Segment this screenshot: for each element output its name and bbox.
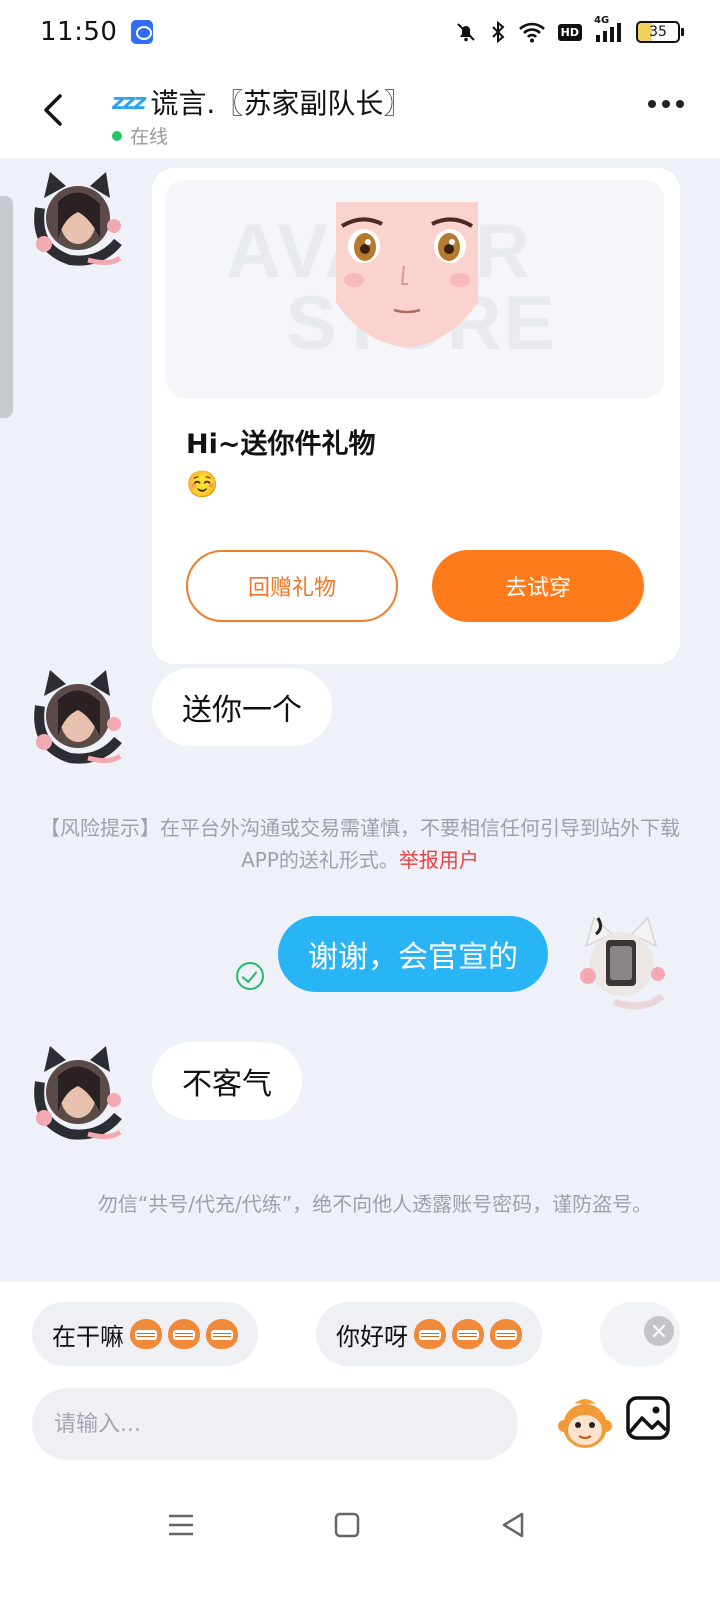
grin-emoji-icon — [130, 1319, 162, 1349]
gift-card[interactable]: AVATAR STORE Hi~送你件礼物 ☺️ 回赠礼物 去试穿 — [152, 168, 680, 664]
message-bubble-incoming[interactable]: 不客气 — [152, 1042, 302, 1120]
gift-title: Hi~送你件礼物 — [186, 429, 376, 460]
online-status: 在线 — [112, 122, 168, 149]
cat-frame-avatar-icon — [34, 670, 122, 764]
online-dot-icon — [112, 130, 122, 141]
quick-reply-chip[interactable]: 在干嘛 — [32, 1302, 258, 1366]
quick-reply-chip[interactable]: 你好呀 — [316, 1302, 542, 1366]
battery-indicator: 35 — [636, 21, 684, 43]
more-dots-icon — [648, 100, 656, 108]
grin-emoji-icon — [168, 1319, 200, 1349]
bottom-input-panel: 在干嘛 你好呀 — [0, 1282, 720, 1612]
image-button[interactable] — [624, 1394, 672, 1442]
sent-check-icon — [236, 962, 264, 990]
message-bubble-incoming[interactable]: 送你一个 — [152, 668, 332, 746]
title-row[interactable]: zzz 谎言.〖苏家副队长〗 — [112, 82, 411, 122]
triangle-back-icon — [502, 1512, 524, 1538]
message-input[interactable] — [32, 1388, 518, 1460]
chevron-left-icon — [44, 94, 62, 126]
hd-badge: HD — [557, 23, 582, 41]
grin-emoji-icon — [414, 1319, 446, 1349]
account-safety-notice: 勿信“共号/代充/代练”，绝不向他人透露账号密码，谨防盗号。 — [97, 1192, 653, 1216]
quick-reply-label: 你好呀 — [336, 1322, 408, 1351]
grin-emoji-icon — [452, 1319, 484, 1349]
message-bubble-outgoing[interactable]: 谢谢，会官宣的 — [278, 916, 548, 992]
image-icon — [626, 1396, 670, 1440]
mute-bell-icon — [454, 19, 478, 45]
online-status-label: 在线 — [130, 126, 169, 148]
wifi-icon — [518, 19, 546, 45]
emoji-button[interactable] — [556, 1394, 614, 1452]
grin-emoji-icon — [490, 1319, 522, 1349]
return-gift-button[interactable]: 回赠礼物 — [186, 550, 398, 622]
sleeping-zzz-icon: zzz — [112, 89, 146, 115]
menu-icon — [169, 1514, 193, 1536]
try-on-button[interactable]: 去试穿 — [432, 550, 644, 622]
contact-avatar[interactable] — [30, 666, 126, 770]
bluetooth-icon — [490, 19, 506, 45]
grin-emoji-icon — [206, 1319, 238, 1349]
status-time: 11:50 — [40, 17, 118, 47]
white-cat-frame-avatar-icon — [580, 916, 665, 1010]
chat-title: 谎言.〖苏家副队长〗 — [150, 87, 412, 120]
contact-avatar[interactable] — [30, 168, 126, 272]
signal-icon: 4G — [594, 15, 624, 45]
home-square-icon — [334, 1512, 360, 1538]
report-user-link[interactable]: 举报用户 — [399, 848, 479, 872]
close-quick-replies-icon[interactable] — [644, 1316, 674, 1346]
status-bar: 11:50 HD 4G 35 — [0, 0, 720, 64]
chat-header: zzz 谎言.〖苏家副队长〗 在线 — [0, 64, 720, 158]
more-options-button[interactable] — [648, 100, 684, 108]
my-avatar[interactable] — [574, 912, 670, 1016]
nav-back-button[interactable] — [498, 1510, 528, 1540]
monkey-emoji-icon — [558, 1399, 612, 1448]
cat-frame-avatar-icon — [34, 172, 122, 266]
network-label: 4G — [594, 15, 610, 26]
quick-reply-label: 在干嘛 — [52, 1322, 124, 1351]
gift-image[interactable]: AVATAR STORE — [166, 180, 664, 398]
nav-home-button[interactable] — [332, 1510, 362, 1540]
cat-frame-avatar-icon — [34, 1046, 122, 1140]
risk-notice: 【风险提示】在平台外沟通或交易需谨慎，不要相信任何引导到站外下载APP的送礼形式… — [40, 812, 680, 876]
edge-drag-handle[interactable] — [0, 196, 13, 418]
risk-notice-text: 【风险提示】在平台外沟通或交易需谨慎，不要相信任何引导到站外下载APP的送礼形式… — [40, 816, 680, 872]
back-button[interactable] — [36, 90, 72, 130]
contact-avatar[interactable] — [30, 1042, 126, 1146]
nav-menu-button[interactable] — [166, 1510, 196, 1540]
anime-face-icon — [336, 202, 478, 348]
status-icons: HD 4G 35 — [454, 15, 684, 45]
smile-emoji: ☺️ — [186, 470, 219, 500]
baidu-app-icon — [131, 20, 154, 44]
